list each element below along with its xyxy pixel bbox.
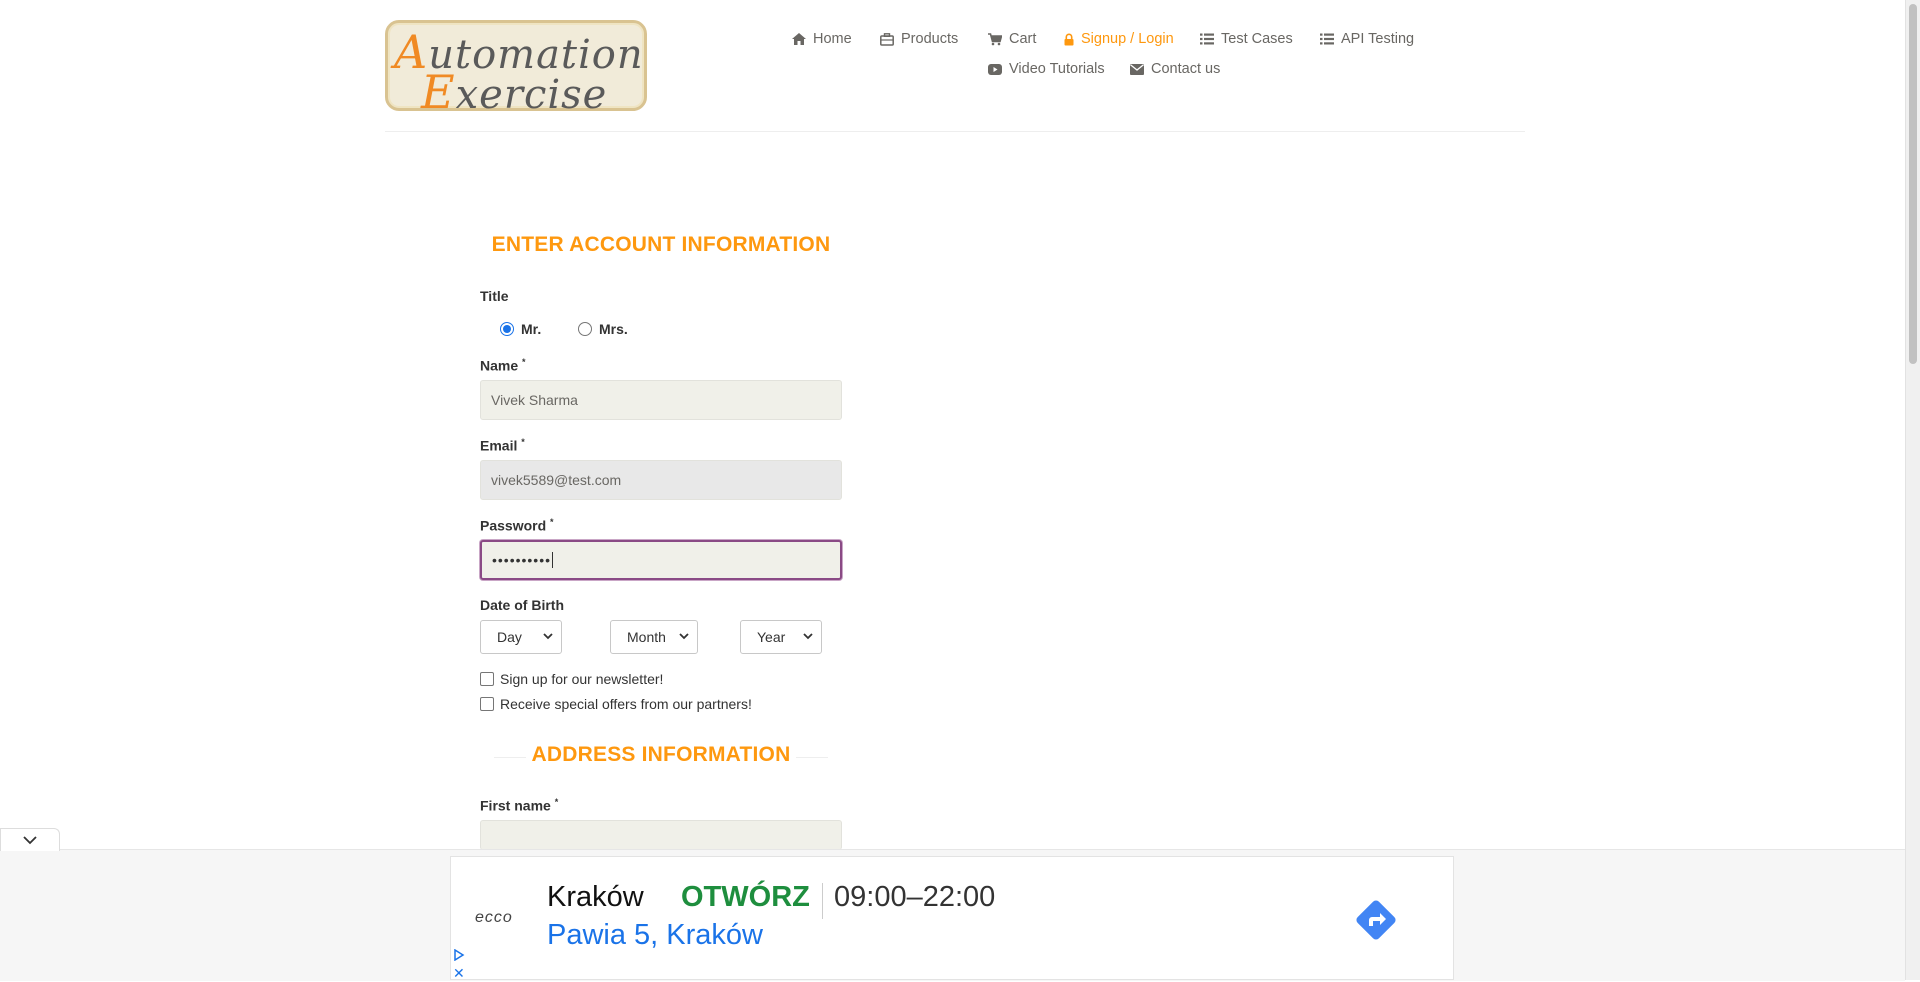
nav-home-label: Home [813,31,852,47]
ad-city: Kraków [547,881,644,913]
nav-signup-login-label: Signup / Login [1081,31,1174,47]
ad-address-link[interactable]: Pawia 5, Kraków [547,919,763,952]
dob-label: Date of Birth [480,597,564,613]
list-icon [1200,33,1214,45]
scrollbar-thumb[interactable] [1909,4,1917,364]
lock-icon [1064,33,1074,45]
ad-brand-logo: ecco [475,909,513,926]
nav-home[interactable]: Home [792,31,852,47]
title-mr-label: Mr. [521,321,542,337]
first-name-input[interactable] [480,820,842,850]
email-label: Email * [480,437,525,454]
products-icon [880,32,894,46]
ad-separator [822,883,823,919]
ad-hours: 09:00–22:00 [834,881,996,913]
password-input[interactable]: •••••••••• [480,540,842,580]
nav-products[interactable]: Products [880,31,958,47]
dob-month-select[interactable]: Month [610,620,698,654]
nav-api-testing[interactable]: API Testing [1320,31,1414,47]
dob-selects: Day Month Year [480,620,842,654]
adchoices-icon[interactable] [453,949,465,961]
chevron-down-icon [679,633,689,640]
ad-open-status: OTWÓRZ [681,881,810,913]
directions-icon[interactable] [1351,895,1401,945]
ad-banner[interactable]: ecco Kraków OTWÓRZ 09:00–22:00 Pawia 5, … [450,856,1454,982]
youtube-icon [988,63,1002,75]
nav-contact-us-label: Contact us [1151,61,1221,77]
email-input[interactable]: vivek5589@test.com [480,460,842,500]
nav-products-label: Products [901,31,959,47]
special-offers-checkbox[interactable] [480,697,494,711]
address-information-title: ADDRESS INFORMATION [480,743,842,767]
nav-cart[interactable]: Cart [988,31,1036,47]
site-logo[interactable]: Automation Exercise [385,20,647,119]
main-nav: Home Products Cart Signup / Login Test C… [760,0,1440,100]
chevron-down-icon [803,633,813,640]
cart-icon [988,32,1002,45]
ad-collapse-button[interactable] [0,828,60,851]
home-icon [792,33,806,45]
nav-video-tutorials-label: Video Tutorials [1009,61,1105,77]
dob-day-select[interactable]: Day [480,620,562,654]
title-mrs-option[interactable]: Mrs. [578,321,628,337]
title-mr-option[interactable]: Mr. [500,321,541,337]
title-mrs-label: Mrs. [599,321,628,337]
name-input[interactable]: Vivek Sharma [480,380,842,420]
nav-cart-label: Cart [1009,31,1037,47]
title-mr-radio[interactable] [500,322,514,336]
ad-close-button[interactable]: ✕ [453,965,465,982]
first-name-label: First name * [480,797,559,814]
password-label: Password * [480,517,554,534]
newsletter-checkbox[interactable] [480,672,494,686]
special-offers-label: Receive special offers from our partners… [500,696,752,712]
nav-test-cases-label: Test Cases [1221,31,1293,47]
name-label: Name * [480,357,526,374]
nav-api-testing-label: API Testing [1341,31,1415,47]
title-mrs-radio[interactable] [578,322,592,336]
chevron-down-icon [543,633,553,640]
dob-year-select[interactable]: Year [740,620,822,654]
logo-line-2: Exercise [421,65,608,119]
header-divider [385,131,1525,132]
newsletter-option[interactable]: Sign up for our newsletter! [480,671,663,687]
nav-test-cases[interactable]: Test Cases [1200,31,1293,47]
nav-video-tutorials[interactable]: Video Tutorials [988,61,1105,77]
account-information-title: ENTER ACCOUNT INFORMATION [480,233,842,257]
title-label: Title [480,288,509,304]
page-scrollbar[interactable] [1905,0,1920,980]
nav-signup-login[interactable]: Signup / Login [1064,31,1174,47]
newsletter-label: Sign up for our newsletter! [500,671,664,687]
envelope-icon [1130,63,1144,75]
special-offers-option[interactable]: Receive special offers from our partners… [480,696,752,712]
chevron-down-icon [23,835,37,844]
list-icon [1320,33,1334,45]
nav-contact-us[interactable]: Contact us [1130,61,1220,77]
